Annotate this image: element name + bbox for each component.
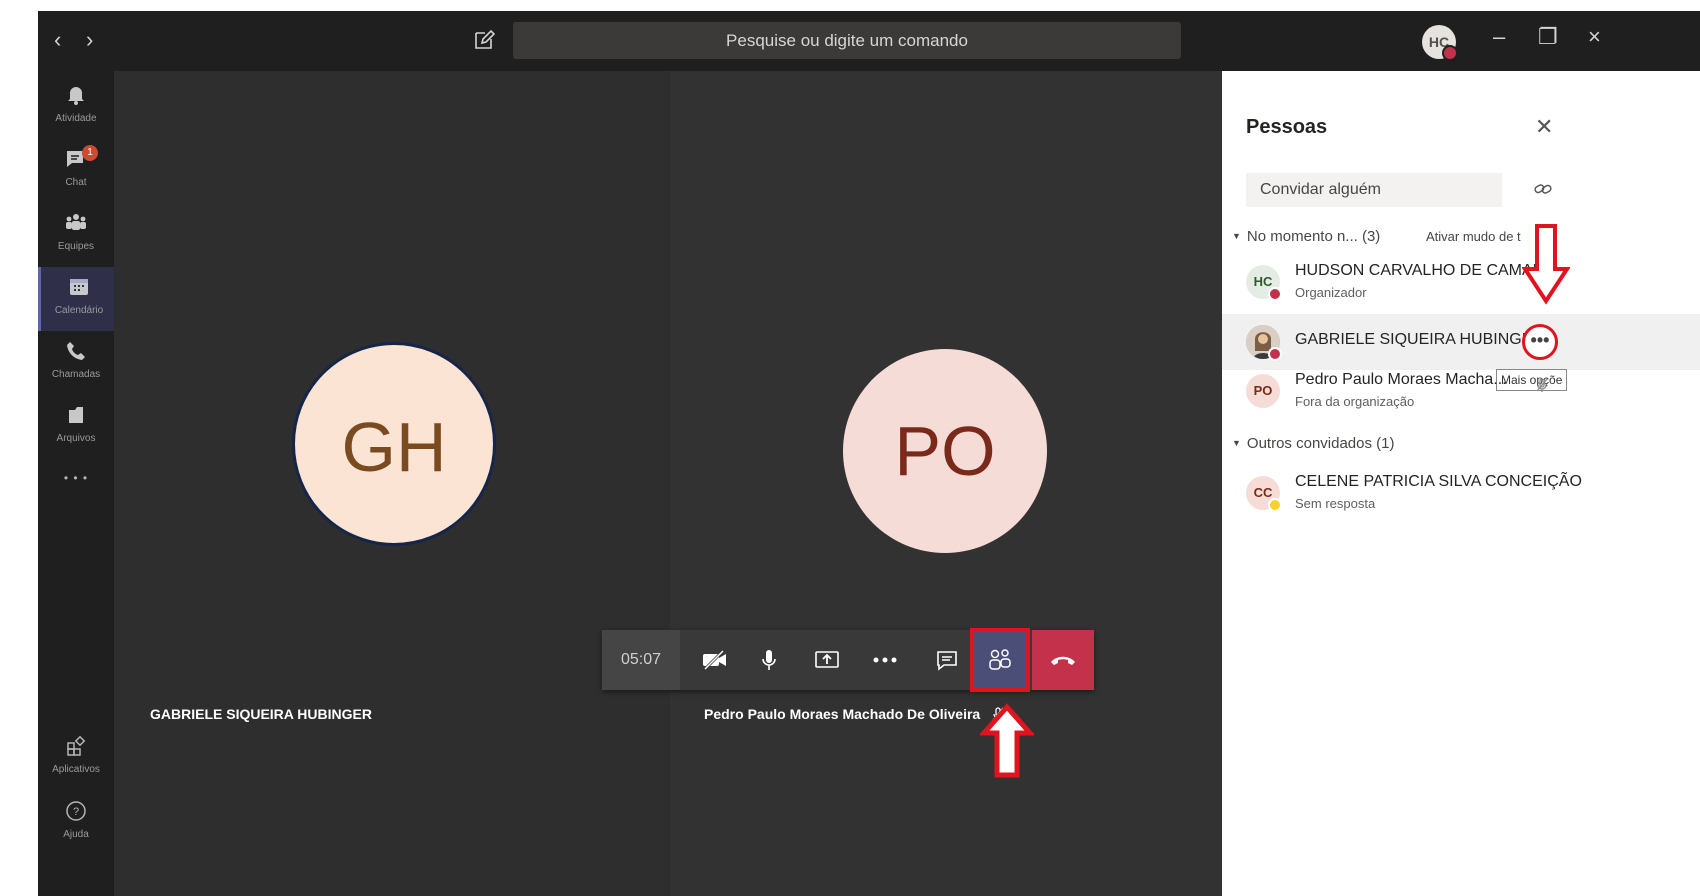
participant-name: HUDSON CARVALHO DE CAMAR <box>1295 262 1545 279</box>
participant-avatar: HC <box>1246 265 1282 301</box>
rail-item-arquivos[interactable]: Arquivos <box>38 395 114 459</box>
arrow-down-annotation-icon <box>1522 224 1570 305</box>
rail-label: Equipes <box>57 241 95 252</box>
rail-item-aplicativos[interactable]: Aplicativos <box>38 726 114 790</box>
section-others-label: Outros convidados (1) <box>1246 435 1395 452</box>
command-search-box[interactable]: Pesquise ou digite um comando <box>513 22 1181 59</box>
panel-title: Pessoas <box>1246 116 1328 138</box>
help-icon: ? <box>66 801 86 821</box>
arrow-up-annotation-icon <box>980 703 1034 778</box>
participant-row[interactable]: GABRIELE SIQUEIRA HUBINGER <box>1222 314 1700 370</box>
mute-all-link[interactable]: Ativar mudo de t <box>1426 229 1521 244</box>
title-bar: ‹ › Pesquise ou digite um comando HC – ❐… <box>38 11 1700 71</box>
show-conversation-button[interactable] <box>918 630 976 690</box>
participant-role: Sem resposta <box>1295 496 1376 511</box>
chevron-down-icon: ▼ <box>1232 438 1241 448</box>
participant-name-right-text: Pedro Paulo Moraes Machado De Oliveira <box>704 706 981 722</box>
call-timer: 05:07 <box>602 630 680 690</box>
section-current-participants[interactable]: ▼ No momento n... (3) <box>1232 228 1380 245</box>
participant-avatar-po: PO <box>843 349 1047 553</box>
rail-label: Chamadas <box>51 369 101 380</box>
rail-item-chat[interactable]: 1 Chat <box>38 139 114 203</box>
teams-window: ‹ › Pesquise ou digite um comando HC – ❐… <box>38 11 1700 896</box>
close-window-button[interactable]: × <box>1588 26 1601 48</box>
teams-icon <box>66 214 86 230</box>
participant-role: Organizador <box>1295 285 1367 300</box>
participant-avatar: CC <box>1246 476 1282 512</box>
hang-up-icon <box>1051 656 1075 665</box>
rail-item-calendario[interactable]: Calendário <box>38 267 117 331</box>
more-options-button[interactable]: ••• <box>1522 324 1558 360</box>
back-button[interactable]: ‹ <box>54 29 61 51</box>
participant-initials: PO <box>1253 383 1273 398</box>
invite-someone-input[interactable]: Convidar alguém <box>1246 173 1502 207</box>
more-actions-button[interactable] <box>856 630 914 690</box>
call-controls: 05:07 <box>602 628 1094 692</box>
participant-avatar: PO <box>1246 374 1280 408</box>
participant-row[interactable]: HC HUDSON CARVALHO DE CAMAR Organizador <box>1222 254 1700 310</box>
files-icon <box>69 407 83 423</box>
rail-item-equipes[interactable]: Equipes <box>38 203 114 267</box>
rail-label: Arquivos <box>56 433 96 444</box>
rail-item-ajuda[interactable]: ? Ajuda <box>38 791 114 855</box>
section-other-guests[interactable]: ▼ Outros convidados (1) <box>1232 435 1395 452</box>
share-screen-button[interactable] <box>798 630 856 690</box>
presence-busy-icon <box>1268 347 1282 361</box>
microphone-icon <box>762 650 776 670</box>
ellipsis-icon <box>873 657 897 663</box>
maximize-button[interactable]: ❐ <box>1538 26 1558 48</box>
presence-busy-icon <box>1268 287 1282 301</box>
participant-row[interactable]: PO Pedro Paulo Moraes Macha... Fora da o… <box>1222 363 1700 419</box>
unread-badge: 1 <box>82 145 98 161</box>
people-icon <box>989 649 1011 670</box>
chevron-down-icon: ▼ <box>1232 231 1241 241</box>
participant-initials: CC <box>1253 485 1273 500</box>
bell-icon <box>68 87 84 105</box>
conversation-icon <box>937 651 957 671</box>
new-chat-icon[interactable] <box>473 29 497 53</box>
rail-label: Chat <box>65 177 87 188</box>
camera-off-icon <box>703 649 726 671</box>
show-participants-button[interactable] <box>970 628 1030 692</box>
participant-role: Fora da organização <box>1295 394 1415 409</box>
microphone-button[interactable] <box>740 630 798 690</box>
more-apps-button[interactable]: • • • <box>38 471 114 501</box>
app-rail: Atividade 1 Chat Equipes Calendário Cham… <box>38 71 117 896</box>
participant-name: CELENE PATRICIA SILVA CONCEIÇÃO <box>1295 473 1582 490</box>
people-panel: Pessoas ✕ Convidar alguém ▼ No momento n.… <box>1222 71 1700 896</box>
participant-name: Pedro Paulo Moraes Macha... <box>1295 371 1507 388</box>
participant-row[interactable]: CC CELENE PATRICIA SILVA CONCEIÇÃO Sem r… <box>1222 465 1700 521</box>
forward-button[interactable]: › <box>86 29 93 51</box>
presence-busy-icon <box>1442 45 1458 61</box>
share-screen-icon <box>815 651 839 668</box>
rail-label: Ajuda <box>63 829 89 840</box>
muted-mic-icon <box>1536 378 1548 392</box>
participant-name: GABRIELE SIQUEIRA HUBINGER <box>1295 331 1544 348</box>
rail-item-chamadas[interactable]: Chamadas <box>38 331 114 395</box>
section-current-label: No momento n... (3) <box>1246 228 1381 245</box>
participant-name-left: GABRIELE SIQUEIRA HUBINGER <box>150 706 372 722</box>
svg-text:?: ? <box>73 806 79 818</box>
participant-name-right: Pedro Paulo Moraes Machado De Oliveira <box>704 706 1006 722</box>
participant-initials: HC <box>1253 274 1273 289</box>
calendar-icon <box>70 279 88 295</box>
close-panel-icon[interactable]: ✕ <box>1535 114 1553 140</box>
rail-label: Atividade <box>55 113 97 124</box>
rail-label: Calendário <box>54 305 104 316</box>
user-avatar[interactable]: HC <box>1422 25 1458 61</box>
apps-icon <box>67 735 86 756</box>
phone-icon <box>67 342 85 360</box>
link-icon[interactable] <box>1533 179 1553 199</box>
participant-avatar-gh: GH <box>292 342 496 546</box>
hang-up-button[interactable] <box>1032 630 1094 690</box>
rail-label: Aplicativos <box>52 764 100 775</box>
camera-off-button[interactable] <box>686 630 744 690</box>
presence-away-icon <box>1268 498 1282 512</box>
participant-photo-avatar <box>1246 325 1282 361</box>
rail-item-atividade[interactable]: Atividade <box>38 75 114 139</box>
minimize-button[interactable]: – <box>1493 26 1505 48</box>
